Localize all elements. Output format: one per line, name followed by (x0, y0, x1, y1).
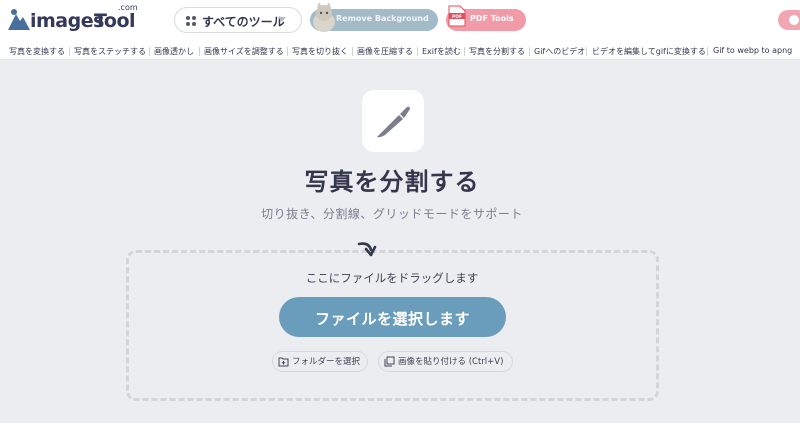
all-tools-label: すべてのツール (202, 15, 285, 29)
remove-background-label: Remove Background (336, 14, 429, 23)
logo-text-com: .com (118, 3, 138, 12)
subnav-item-split[interactable]: 写真を分割する (469, 46, 525, 57)
subnav-divider (586, 47, 587, 56)
subnav-item-gif-webp-apng[interactable]: Gif to webp to apng (713, 46, 792, 55)
choose-file-label: ファイルを選択します (314, 310, 470, 328)
cat-photo-icon (313, 2, 335, 32)
subnav-item-stitch[interactable]: 写真をステッチする (74, 46, 146, 57)
subnav-item-convert[interactable]: 写真を変換する (9, 46, 65, 57)
paste-image-label: 画像を貼り付ける (Ctrl+V) (398, 357, 504, 367)
subnav-divider (707, 47, 708, 56)
subnav-item-compress[interactable]: 画像を圧縮する (357, 46, 413, 57)
subnav-divider (69, 47, 70, 56)
top-header: images Tool .com すべてのツール Remove Backgrou… (0, 0, 800, 42)
logo-text-images: images (30, 10, 104, 32)
subnav-item-crop[interactable]: 写真を切り抜く (292, 46, 348, 57)
folder-plus-icon (278, 357, 289, 367)
drag-hint-text: ここにファイルをドラッグします (305, 271, 479, 285)
subnav-divider (287, 47, 288, 56)
subnav-divider (529, 47, 530, 56)
subnav-divider (417, 47, 418, 56)
subnav-item-resize[interactable]: 画像サイズを調整する (204, 46, 284, 57)
tool-badge-icon (789, 15, 799, 25)
select-folder-label: フォルダーを選択 (292, 357, 361, 367)
tool-subnav: 写真を変換する 写真をステッチする 画像透かし 画像サイズを調整する 写真を切り… (0, 42, 800, 60)
subnav-item-exif[interactable]: Exifを読む (422, 46, 461, 57)
subnav-divider (199, 47, 200, 56)
grid-dots-icon (186, 16, 196, 26)
curved-arrow-icon (357, 242, 377, 257)
subnav-item-video-to-gif[interactable]: Gifへのビデオ (534, 46, 585, 57)
subnav-divider (149, 47, 150, 56)
subnav-divider (464, 47, 465, 56)
mountain-logo-icon (8, 9, 30, 30)
page-subtitle: 切り抜き、分割線、グリッドモードをサポート (261, 207, 523, 221)
page-title: 写真を分割する (304, 168, 480, 196)
caret-down-icon (278, 17, 286, 22)
clipboard-icon (384, 356, 395, 367)
subnav-divider (352, 47, 353, 56)
subnav-item-watermark[interactable]: 画像透かし (154, 46, 194, 57)
logo-text-tool: Tool (94, 10, 136, 32)
subnav-item-edit-video-gif[interactable]: ビデオを編集してgifに変換する (592, 46, 706, 57)
pdf-file-icon: PDF (448, 5, 466, 27)
pdf-icon-text: PDF (452, 14, 462, 20)
pdf-tools-label: PDF Tools (470, 14, 514, 23)
knife-icon (377, 106, 410, 138)
